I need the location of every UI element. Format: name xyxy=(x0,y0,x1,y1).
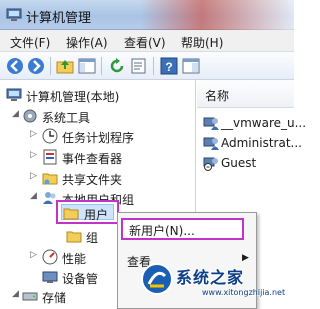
tree-item-shared-folders[interactable]: ▷ 共享文件夹 xyxy=(0,169,196,189)
folder-icon xyxy=(66,228,82,244)
refresh-icon[interactable] xyxy=(108,57,126,75)
tree-item-task-scheduler[interactable]: ▷ 任务计划程序 xyxy=(0,127,196,147)
menu-view[interactable]: 查看(V) xyxy=(124,34,166,51)
disabled-user-icon xyxy=(203,155,219,171)
tree-label: 计算机管理(本地) xyxy=(26,90,120,104)
tree-item-system-tools[interactable]: ◢ 系统工具 xyxy=(0,107,196,127)
collapsed-arrow-icon[interactable]: ▷ xyxy=(30,129,37,139)
forward-icon[interactable] xyxy=(27,57,45,75)
expanded-arrow-icon[interactable]: ◢ xyxy=(12,109,19,119)
tree-label: 设备管 xyxy=(62,272,99,286)
menu-action[interactable]: 操作(A) xyxy=(66,34,108,51)
toolbar-separator xyxy=(101,57,102,75)
column-header-name[interactable]: 名称 xyxy=(197,80,294,108)
event-viewer-icon xyxy=(42,149,58,165)
column-header-label: 名称 xyxy=(205,89,230,103)
tree-item-event-viewer[interactable]: ▷ 事件查看器 xyxy=(0,148,196,168)
list-item[interactable]: Guest xyxy=(203,154,293,174)
list-item[interactable]: __vmware_u... xyxy=(203,114,306,134)
xitongzhijia-logo-icon xyxy=(140,262,174,296)
shared-folder-icon xyxy=(42,170,58,186)
watermark-text: 系统之家 xyxy=(176,268,245,287)
menu-bar: 文件(F) 操作(A) 查看(V) 帮助(H) xyxy=(0,30,294,52)
collapsed-arrow-icon[interactable]: ▷ xyxy=(30,250,37,260)
tree-label: 任务计划程序 xyxy=(62,131,135,145)
window-title: 计算机管理 xyxy=(26,11,92,26)
title-bar: 计算机管理 xyxy=(0,0,294,30)
list-item[interactable]: Administrat... xyxy=(203,134,302,154)
user-icon xyxy=(203,115,219,131)
menu-file[interactable]: 文件(F) xyxy=(10,34,50,51)
menu-help[interactable]: 帮助(H) xyxy=(181,34,223,51)
tree-item-users[interactable]: 用户 xyxy=(56,200,119,224)
computer-management-icon xyxy=(6,87,22,103)
menu-item-new-user[interactable]: 新用户(N)... xyxy=(121,218,244,240)
toolbar: ? xyxy=(0,52,294,80)
tree-label: 存储 xyxy=(42,291,67,305)
storage-icon xyxy=(22,288,38,304)
tree-label: 用户 xyxy=(84,208,109,222)
system-tools-icon xyxy=(22,108,38,124)
properties-icon[interactable] xyxy=(182,57,200,75)
computer-management-icon xyxy=(6,7,22,26)
up-folder-icon[interactable] xyxy=(56,57,74,75)
tree-item-root[interactable]: 计算机管理(本地) xyxy=(0,86,196,106)
tree-label: 组 xyxy=(86,231,99,245)
title-bar-background xyxy=(140,0,294,30)
watermark-url: www.xitongzhijia.net xyxy=(202,288,286,297)
help-icon[interactable]: ? xyxy=(160,57,178,75)
tree-label: 系统工具 xyxy=(42,111,91,125)
svg-text:?: ? xyxy=(165,60,172,74)
collapsed-arrow-icon[interactable]: ▷ xyxy=(30,171,37,181)
export-list-icon[interactable] xyxy=(130,57,148,75)
list-item-label: Administrat... xyxy=(221,136,302,150)
collapsed-arrow-icon[interactable]: ▷ xyxy=(30,150,37,160)
expanded-arrow-icon[interactable]: ◢ xyxy=(30,191,37,201)
tree-label: 事件查看器 xyxy=(62,152,123,166)
folder-icon xyxy=(63,205,79,221)
back-icon[interactable] xyxy=(6,57,24,75)
watermark: 系统之家 www.xitongzhijia.net xyxy=(140,256,294,309)
show-hide-tree-icon[interactable] xyxy=(78,57,96,75)
list-item-label: __vmware_u... xyxy=(221,116,307,130)
device-manager-icon xyxy=(42,269,58,285)
menu-item-label: 新用户(N)... xyxy=(129,224,195,238)
tree-label: 共享文件夹 xyxy=(62,173,123,187)
toolbar-separator xyxy=(153,57,154,75)
toolbar-separator xyxy=(50,57,51,75)
expanded-arrow-icon[interactable]: ◢ xyxy=(12,289,19,299)
performance-icon xyxy=(42,249,58,265)
tree-label: 性能 xyxy=(62,252,87,266)
clock-icon xyxy=(42,128,58,144)
user-icon xyxy=(203,135,219,151)
list-item-label: Guest xyxy=(221,156,257,170)
